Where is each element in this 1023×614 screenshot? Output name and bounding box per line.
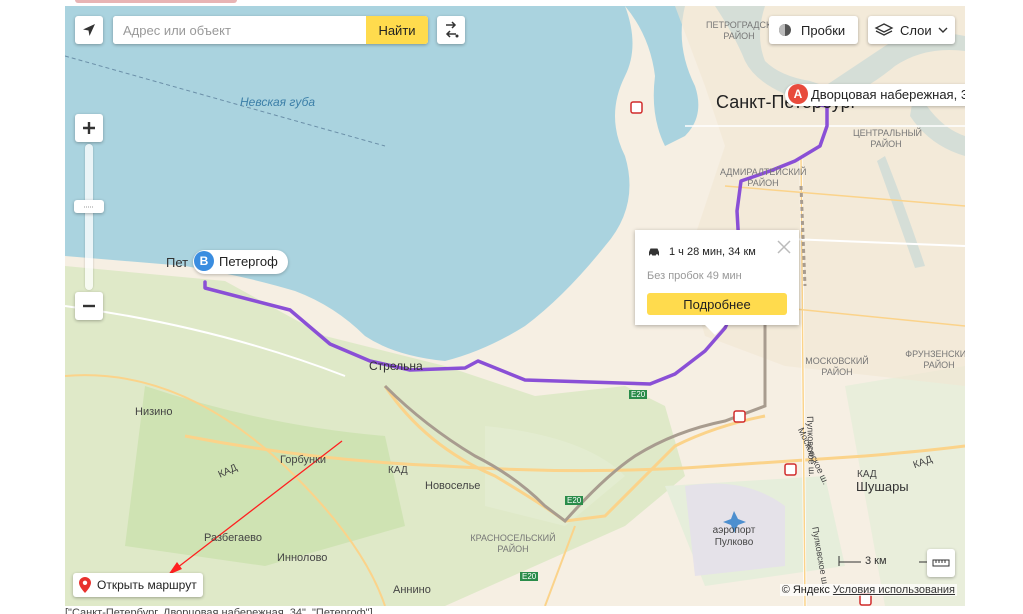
town-shushary-label: Шушары <box>856 479 909 494</box>
bay-label: Невская губа <box>240 95 316 109</box>
car-icon <box>649 248 659 257</box>
layers-button[interactable]: Слои <box>868 16 955 44</box>
district-moskovsky-label: МОСКОВСКИЙ РАЙОН <box>805 356 869 377</box>
copyright: © Яндекс Условия использования <box>779 584 957 596</box>
layers-icon <box>874 23 894 36</box>
town-razbegaevo-label: Разбегаево <box>204 532 263 544</box>
top-decoration-strip <box>75 0 237 3</box>
e20-label-1: E20 <box>629 390 648 399</box>
search-button[interactable]: Найти <box>366 16 428 44</box>
map-pin-icon <box>79 577 91 593</box>
copyright-brand: © Яндекс <box>781 584 830 596</box>
route-point-b[interactable]: B Петергоф <box>193 250 288 274</box>
geolocation-button[interactable] <box>75 16 103 44</box>
point-a-letter: A <box>793 87 803 101</box>
kad-label-2: КАД <box>388 465 408 476</box>
route-duration: 1 ч 28 мин, 34 км <box>669 246 756 258</box>
town-strelna-label: Стрельна <box>369 359 423 373</box>
town-annino-label: Аннино <box>393 584 431 596</box>
pulkovskoe-label: Пулковское ш. <box>805 416 818 477</box>
ruler-button[interactable] <box>927 549 955 577</box>
town-petergof-label: Пет <box>166 255 189 270</box>
kad-label-3: КАД <box>857 469 877 480</box>
e20-label-3: E20 <box>520 572 539 581</box>
district-krasnoselsky-label: КРАСНОСЕЛЬСКИЙ РАЙОН <box>470 533 556 554</box>
chevron-down-icon <box>938 27 948 33</box>
route-button[interactable] <box>437 16 465 44</box>
open-route-button[interactable]: Открыть маршрут <box>73 573 203 597</box>
district-petrogradsky-label: ПЕТРОГРАДСКИЙ РАЙОН <box>706 20 785 41</box>
zoom-slider-handle[interactable] <box>74 200 104 213</box>
zoom-out-button[interactable] <box>75 292 103 320</box>
district-central-label: ЦЕНТРАЛЬНЫЙ РАЙОН <box>853 128 923 149</box>
ruler-icon <box>932 559 950 567</box>
minus-icon <box>83 304 95 308</box>
traffic-icon <box>779 24 791 36</box>
zoom-slider-track[interactable] <box>85 144 93 290</box>
open-route-label: Открыть маршрут <box>97 578 197 592</box>
airport-label: аэропорт Пулково <box>712 525 756 548</box>
traffic-label: Пробки <box>801 22 846 38</box>
search-input[interactable] <box>113 16 366 44</box>
town-novoselye-label: Новоселье <box>425 480 481 492</box>
geolocation-icon <box>83 24 95 36</box>
terms-link[interactable]: Условия использования <box>833 584 955 596</box>
district-frunzensky-label: ФРУНЗЕНСКИЙ РАЙОН <box>905 349 965 370</box>
town-gorbunki-label: Горбунки <box>280 454 327 466</box>
close-icon[interactable] <box>777 240 791 254</box>
grip-icon <box>84 206 94 207</box>
route-info-balloon: 1 ч 28 мин, 34 км Без пробок 49 мин Подр… <box>635 230 799 335</box>
traffic-button[interactable]: Пробки <box>769 16 858 44</box>
scale-label: 3 км <box>865 555 887 567</box>
point-a-label: Дворцовая набережная, 3 <box>785 84 965 106</box>
footer-text: ["Санкт-Петербург, Дворцовая набережная,… <box>65 607 373 614</box>
balloon-tail <box>705 325 725 335</box>
e20-label-2: E20 <box>565 496 584 505</box>
search-box: Найти <box>113 16 428 44</box>
route-icon <box>445 21 459 38</box>
route-no-traffic: Без пробок 49 мин <box>647 270 742 282</box>
town-nizino-label: Низино <box>135 406 173 418</box>
route-point-a[interactable]: A Дворцовая набережная, 3 <box>785 84 965 106</box>
layers-label: Слои <box>900 22 932 38</box>
route-duration-row: 1 ч 28 мин, 34 км <box>647 246 756 258</box>
map[interactable]: Невская губа Санкт-Петербург ПЕТРОГРАДСК… <box>65 6 965 606</box>
point-b-letter: B <box>199 254 209 268</box>
zoom-in-button[interactable] <box>75 114 103 142</box>
plus-icon <box>83 122 95 134</box>
details-button[interactable]: Подробнее <box>647 293 787 315</box>
district-admiralteysky-label: АДМИРАЛТЕЙСКИЙ РАЙОН <box>720 167 807 188</box>
town-innolovo-label: Иннолово <box>277 552 328 564</box>
